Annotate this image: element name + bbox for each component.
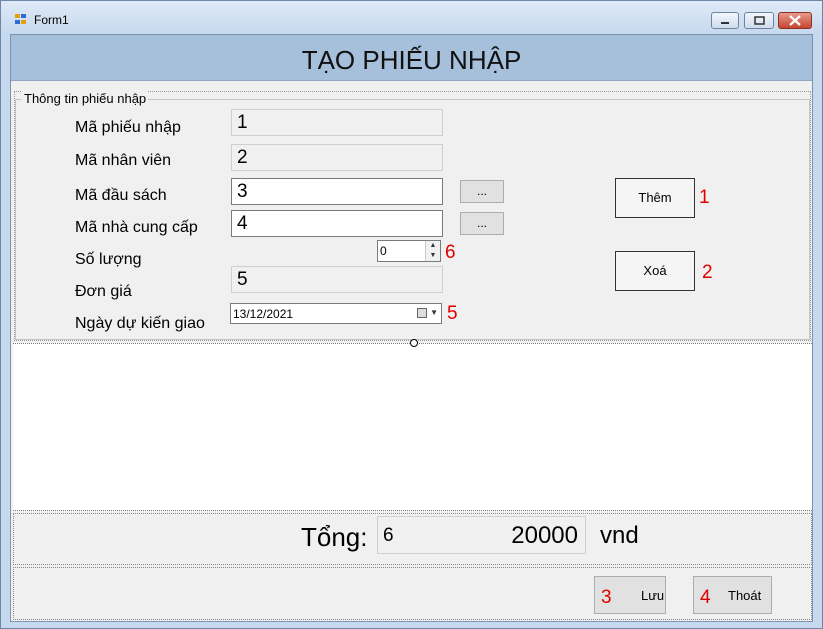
window-title: Form1 bbox=[34, 13, 69, 27]
page-title: TẠO PHIẾU NHẬP bbox=[301, 45, 522, 75]
header-panel: TẠO PHIẾU NHẬP bbox=[11, 35, 812, 81]
so-luong-value: 0 bbox=[380, 244, 387, 258]
groupbox-legend: Thông tin phiếu nhập bbox=[22, 91, 149, 106]
stepper-buttons[interactable]: ▲ ▼ bbox=[425, 241, 440, 261]
thoat-button[interactable]: 4 Thoát bbox=[693, 576, 772, 614]
ma-nha-cung-cap-field[interactable]: 4 bbox=[231, 210, 443, 237]
ma-phieu-nhap-field[interactable]: 1 bbox=[231, 109, 443, 136]
browse-nha-cung-cap-button[interactable]: ... bbox=[460, 212, 504, 235]
so-luong-tag: 6 bbox=[445, 242, 456, 263]
ngay-du-kien-giao-picker[interactable]: 13/12/2021 ▼ bbox=[230, 303, 442, 324]
close-icon bbox=[789, 15, 801, 26]
date-value: 13/12/2021 bbox=[233, 307, 294, 321]
currency-unit: vnd bbox=[600, 522, 639, 549]
data-grid[interactable] bbox=[13, 343, 812, 511]
thoat-tag: 4 bbox=[700, 587, 711, 608]
ma-dau-sach-field[interactable]: 3 bbox=[231, 178, 443, 205]
chevron-down-icon[interactable]: ▼ bbox=[430, 308, 438, 317]
app-icon bbox=[15, 14, 29, 26]
xoa-button[interactable]: Xoá bbox=[615, 251, 695, 291]
maximize-button[interactable] bbox=[744, 12, 774, 29]
total-left-value: 6 bbox=[383, 525, 394, 546]
total-value: 20000 bbox=[511, 522, 578, 549]
resize-handle[interactable] bbox=[410, 339, 418, 347]
maximize-icon bbox=[754, 16, 765, 25]
label-don-gia: Đơn giá bbox=[75, 283, 132, 300]
thoat-label: Thoát bbox=[728, 588, 762, 603]
luu-button[interactable]: 3 Lưu bbox=[594, 576, 666, 614]
them-button[interactable]: Thêm bbox=[615, 178, 695, 218]
don-gia-field[interactable]: 5 bbox=[231, 266, 443, 293]
minimize-icon bbox=[721, 22, 729, 24]
window: Form1 TẠO PHIẾU NHẬP Thông tin phiếu nhậ… bbox=[0, 0, 823, 629]
xoa-tag: 2 bbox=[702, 262, 713, 283]
them-tag: 1 bbox=[699, 187, 710, 208]
label-ma-nhan-vien: Mã nhân viên bbox=[75, 152, 172, 169]
minimize-button[interactable] bbox=[711, 12, 739, 29]
total-field[interactable]: 6 20000 bbox=[377, 516, 586, 554]
total-panel: Tổng: 6 20000 vnd bbox=[13, 513, 812, 565]
luu-label: Lưu bbox=[641, 588, 665, 603]
browse-dau-sach-button[interactable]: ... bbox=[460, 180, 504, 203]
ma-nhan-vien-field[interactable]: 2 bbox=[231, 144, 443, 171]
title-bar[interactable]: Form1 bbox=[1, 1, 822, 34]
label-ma-phieu-nhap: Mã phiếu nhập bbox=[75, 119, 181, 136]
bottom-panel: 3 Lưu 4 Thoát bbox=[13, 567, 812, 620]
label-ma-dau-sach: Mã đầu sách bbox=[75, 187, 167, 204]
close-button[interactable] bbox=[778, 12, 812, 29]
luu-tag: 3 bbox=[601, 587, 612, 608]
ngay-du-kien-giao-tag: 5 bbox=[447, 303, 458, 324]
stepper-down-icon[interactable]: ▼ bbox=[426, 251, 440, 261]
total-label: Tổng: bbox=[301, 522, 368, 552]
label-ngay-du-kien-giao: Ngày dự kiến giao bbox=[75, 315, 205, 332]
label-so-luong: Số lượng bbox=[75, 251, 142, 268]
stepper-up-icon[interactable]: ▲ bbox=[426, 241, 440, 251]
calendar-icon[interactable] bbox=[417, 308, 427, 318]
label-ma-nha-cung-cap: Mã nhà cung cấp bbox=[75, 219, 198, 236]
form-client-area: TẠO PHIẾU NHẬP Thông tin phiếu nhập Mã p… bbox=[10, 34, 813, 622]
so-luong-stepper[interactable]: 0 ▲ ▼ bbox=[377, 240, 441, 262]
